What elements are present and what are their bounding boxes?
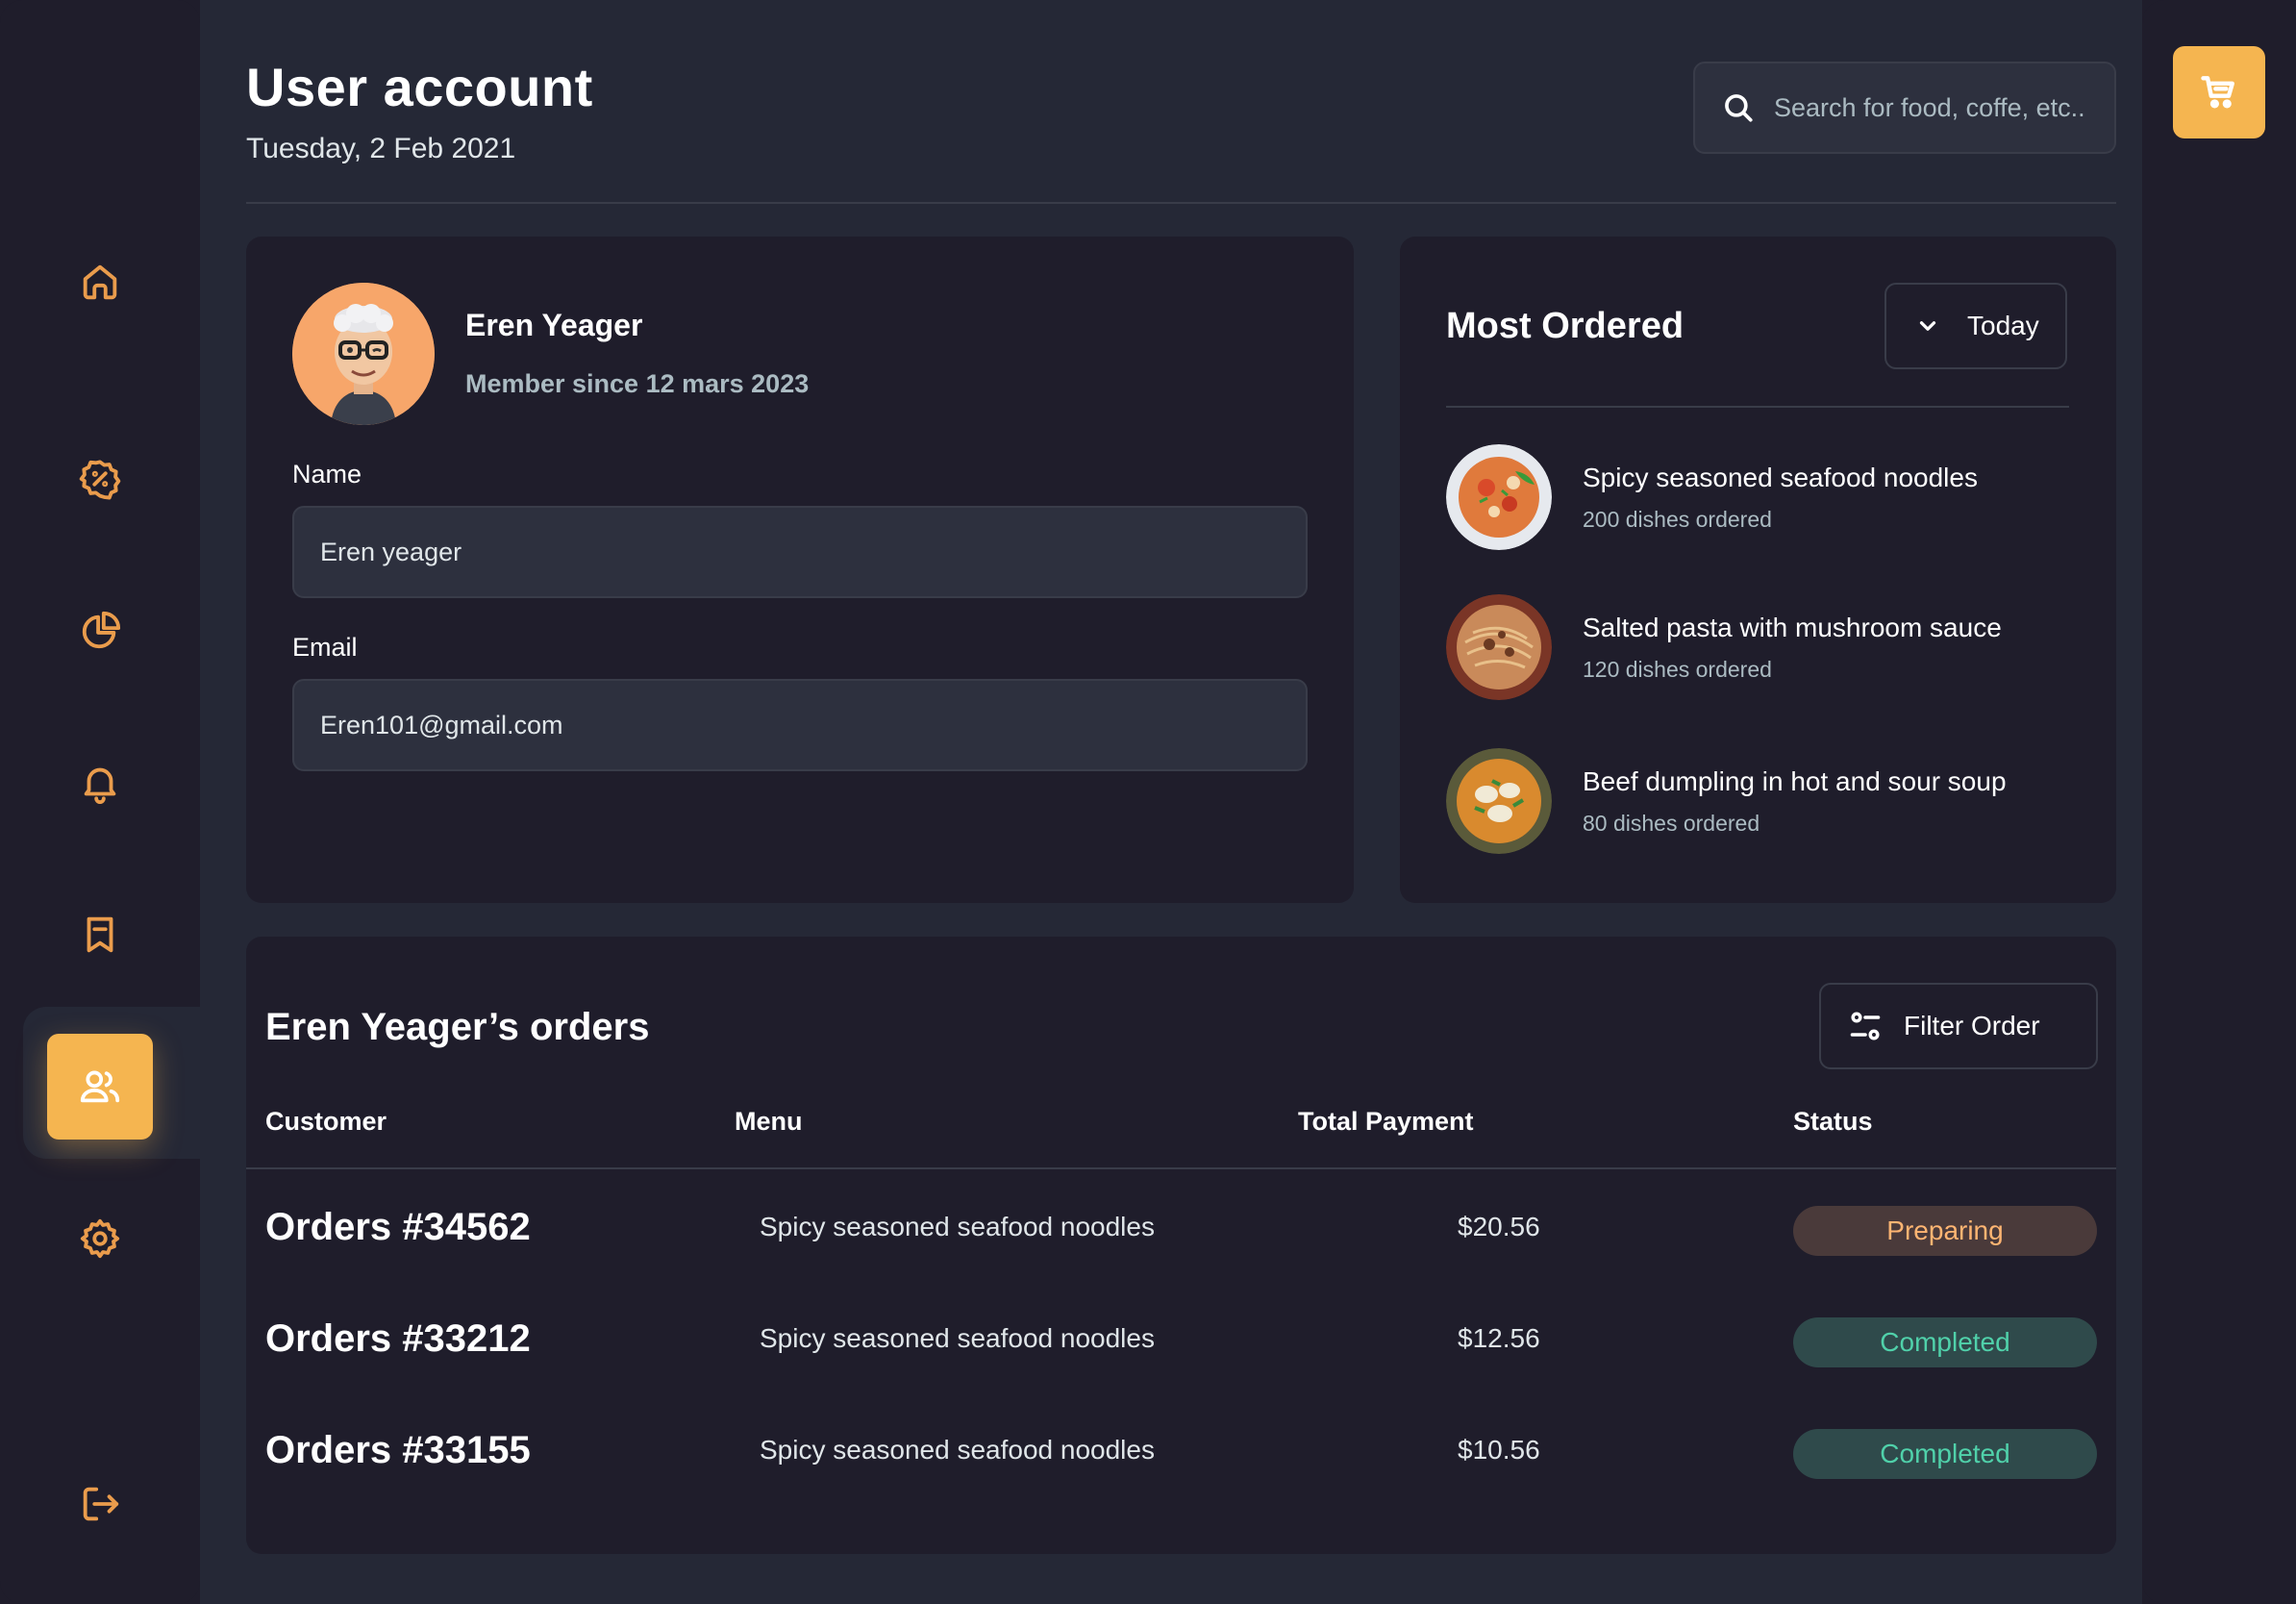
status-badge: Completed — [1793, 1317, 2097, 1367]
orders-title: Eren Yeager’s orders — [265, 1006, 650, 1048]
search-box[interactable] — [1693, 62, 2116, 154]
sidebar-item-logout[interactable] — [47, 1451, 153, 1557]
discount-icon — [79, 460, 121, 500]
order-id: Orders #34562 — [265, 1206, 531, 1248]
sidebar-item-discount[interactable] — [47, 426, 153, 532]
most-ordered-title: Most Ordered — [1446, 306, 1685, 346]
right-rail — [2142, 0, 2296, 1604]
status-badge: Preparing — [1793, 1206, 2097, 1256]
users-icon — [80, 1070, 120, 1103]
cart-button[interactable] — [2173, 46, 2265, 138]
seafood-noodles-icon — [1446, 444, 1552, 550]
sidebar-item-bookmarks[interactable] — [47, 882, 153, 988]
most-ordered-card: Most Ordered Today Spicy seasoned seafoo… — [1400, 237, 2116, 903]
mushroom-pasta-icon — [1446, 594, 1552, 700]
order-menu: Spicy seasoned seafood noodles — [760, 1323, 1155, 1353]
header-divider — [246, 202, 2116, 204]
list-item[interactable]: Beef dumpling in hot and sour soup 80 di… — [1446, 748, 2007, 854]
status-badge: Completed — [1793, 1429, 2097, 1479]
dish-name: Spicy seasoned seafood noodles — [1583, 462, 1978, 492]
bookmark-icon — [87, 916, 113, 953]
filter-order-button[interactable]: Filter Order — [1819, 983, 2098, 1069]
app-root: User account Tuesday, 2 Feb 2021 Search … — [0, 0, 2296, 1604]
table-row[interactable]: Orders #33155 Spicy seasoned seafood noo… — [246, 1419, 2116, 1496]
chevron-down-icon — [1919, 321, 1936, 331]
column-header-total-payment: Total Payment — [1298, 1107, 1474, 1136]
home-icon — [83, 264, 117, 300]
dish-count: 120 dishes ordered — [1583, 656, 1772, 682]
filter-icon — [1850, 1012, 1881, 1040]
list-item[interactable]: Salted pasta with mushroom sauce 120 dis… — [1446, 594, 2002, 700]
name-label: Name — [292, 460, 362, 489]
dish-name: Beef dumpling in hot and sour soup — [1583, 765, 2007, 796]
column-header-status: Status — [1793, 1107, 1873, 1136]
order-payment: $10.56 — [1458, 1435, 1540, 1465]
sidebar-item-users[interactable] — [47, 1034, 153, 1140]
filter-order-label: Filter Order — [1904, 1011, 2040, 1040]
period-dropdown[interactable]: Today — [1884, 283, 2067, 369]
dumpling-soup-icon — [1446, 748, 1552, 854]
search-input[interactable] — [1774, 92, 2101, 123]
bell-icon — [84, 767, 116, 805]
avatar-memoji-icon — [292, 283, 435, 425]
member-since: Member since 12 mars 2023 — [465, 369, 810, 398]
main-content: User account Tuesday, 2 Feb 2021 Search … — [200, 0, 2142, 1604]
order-id: Orders #33212 — [265, 1317, 531, 1360]
email-label: Email — [292, 633, 358, 662]
sidebar-item-dashboard[interactable] — [47, 578, 153, 684]
dish-image — [1446, 444, 1552, 550]
name-field[interactable] — [292, 506, 1308, 598]
gear-icon — [80, 1218, 120, 1259]
pie-chart-icon — [82, 611, 121, 649]
logout-icon — [83, 1487, 119, 1521]
dish-image — [1446, 594, 1552, 700]
dish-count: 80 dishes ordered — [1583, 810, 1760, 836]
sidebar-item-settings[interactable] — [47, 1186, 153, 1291]
page-title: User account — [246, 57, 593, 117]
dish-count: 200 dishes ordered — [1583, 506, 1772, 532]
order-menu: Spicy seasoned seafood noodles — [760, 1435, 1155, 1465]
dish-image — [1446, 748, 1552, 854]
list-item[interactable]: Spicy seasoned seafood noodles 200 dishe… — [1446, 444, 1978, 550]
dish-name: Salted pasta with mushroom sauce — [1583, 612, 2002, 642]
most-ordered-divider — [1446, 406, 2069, 408]
cart-icon — [2201, 76, 2234, 109]
sidebar — [0, 0, 200, 1604]
email-field[interactable] — [292, 679, 1308, 771]
profile-name: Eren Yeager — [465, 308, 643, 342]
sidebar-item-home[interactable] — [47, 229, 153, 335]
period-label: Today — [1967, 311, 2039, 340]
order-id: Orders #33155 — [265, 1429, 531, 1471]
table-divider — [246, 1167, 2116, 1169]
column-header-customer: Customer — [265, 1107, 387, 1136]
order-menu: Spicy seasoned seafood noodles — [760, 1212, 1155, 1241]
table-row[interactable]: Orders #33212 Spicy seasoned seafood noo… — [246, 1308, 2116, 1385]
page-date: Tuesday, 2 Feb 2021 — [246, 133, 516, 164]
search-icon — [1725, 94, 1753, 122]
profile-card: Eren Yeager Member since 12 mars 2023 Na… — [246, 237, 1354, 903]
order-payment: $20.56 — [1458, 1212, 1540, 1241]
order-payment: $12.56 — [1458, 1323, 1540, 1353]
table-row[interactable]: Orders #34562 Spicy seasoned seafood noo… — [246, 1196, 2116, 1273]
orders-card: Eren Yeager’s orders Filter Order Custom… — [246, 937, 2116, 1554]
sidebar-item-notifications[interactable] — [47, 730, 153, 836]
column-header-menu: Menu — [735, 1107, 803, 1136]
avatar — [292, 283, 435, 425]
